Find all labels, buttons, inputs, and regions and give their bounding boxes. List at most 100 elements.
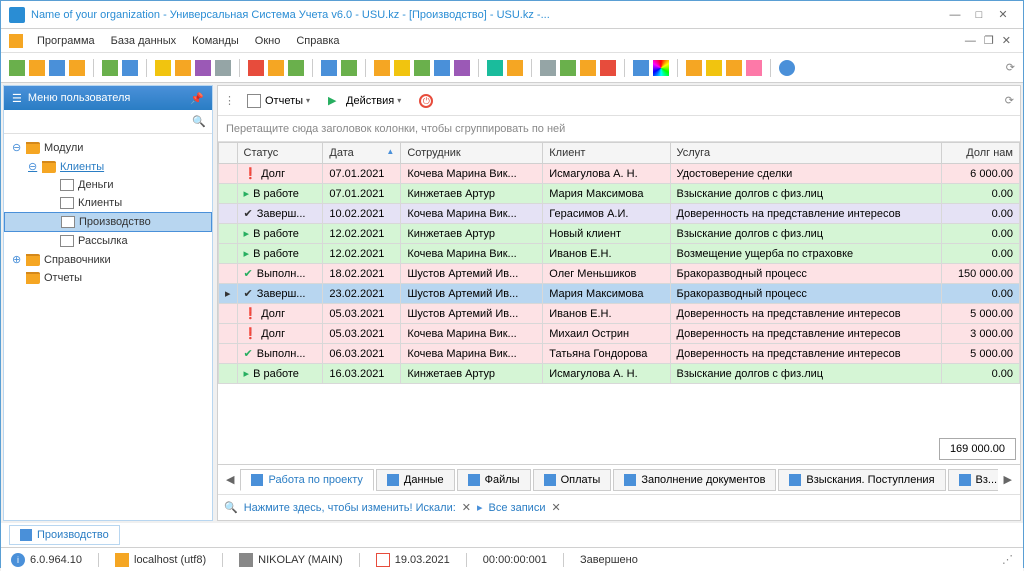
toolbar-excel-icon[interactable] (414, 60, 430, 76)
toolbar-tag-icon[interactable] (288, 60, 304, 76)
tree-item-3[interactable]: Клиенты (4, 194, 212, 212)
detail-tab-4[interactable]: Заполнение документов (613, 469, 776, 491)
toolbar-clock-icon[interactable] (580, 60, 596, 76)
tree-item-7[interactable]: Отчеты (4, 269, 212, 287)
toolbar-export-icon[interactable] (394, 60, 410, 76)
column-header-5[interactable]: Долг нам (942, 143, 1020, 164)
tree-item-0[interactable]: ⊖Модули (4, 138, 212, 157)
tree-item-2[interactable]: Деньги (4, 176, 212, 194)
tree-item-1[interactable]: ⊖Клиенты (4, 157, 212, 176)
panel-reload-icon[interactable]: ⟳ (1005, 94, 1014, 107)
table-row[interactable]: ✔Выполн...18.02.2021Шустов Артемий Ив...… (219, 264, 1020, 284)
toolbar-fav-icon[interactable] (507, 60, 523, 76)
menu-help[interactable]: Справка (288, 35, 347, 47)
toolbar-copy-icon[interactable] (69, 60, 85, 76)
toolbar-pic-icon[interactable] (540, 60, 556, 76)
column-header-2[interactable]: Сотрудник (401, 143, 543, 164)
toolbar-search-icon[interactable] (122, 60, 138, 76)
menu-program[interactable]: Программа (29, 35, 103, 47)
table-row[interactable]: ❗Долг05.03.2021Шустов Артемий Ив...Ивано… (219, 304, 1020, 324)
data-grid[interactable]: СтатусДата▲СотрудникКлиентУслугаДолг нам… (218, 142, 1020, 434)
detail-tab-3[interactable]: Оплаты (533, 469, 612, 491)
toolbar-filter-icon[interactable] (155, 60, 171, 76)
menu-commands[interactable]: Команды (184, 35, 247, 47)
toolbar-gear-icon[interactable] (633, 60, 649, 76)
group-by-hint[interactable]: Перетащите сюда заголовок колонки, чтобы… (218, 116, 1020, 142)
table-row[interactable]: ✔Заверш...10.02.2021Кочева Марина Вик...… (219, 204, 1020, 224)
menu-window[interactable]: Окно (247, 35, 289, 47)
resize-grip-icon[interactable]: ⋰ (1002, 553, 1013, 566)
table-row[interactable]: ▸В работе12.02.2021Кочева Марина Вик...И… (219, 244, 1020, 264)
child-tab-production[interactable]: Производство (9, 525, 120, 545)
toolbar-flag-icon[interactable] (248, 60, 264, 76)
tree-item-5[interactable]: Рассылка (4, 232, 212, 250)
detail-tab-0[interactable]: Работа по проекту (240, 469, 373, 491)
tree-item-4[interactable]: Производство (4, 212, 212, 232)
toolbar-cal-icon[interactable] (600, 60, 616, 76)
mdi-minimize-button[interactable]: — (961, 35, 980, 47)
filter-edit-link[interactable]: Нажмите здесь, чтобы изменить! Искали: (244, 502, 456, 514)
toolbar-new-icon[interactable] (9, 60, 25, 76)
toolbar-reload-icon[interactable]: ⟳ (1006, 61, 1015, 74)
toolbar-app1-icon[interactable] (321, 60, 337, 76)
toolbar-mark-icon[interactable] (268, 60, 284, 76)
tabs-next-button[interactable]: ▶ (1000, 473, 1016, 486)
detail-tab-6[interactable]: Вз... (948, 469, 998, 491)
tree-toggle-icon[interactable]: ⊖ (12, 141, 24, 154)
table-row[interactable]: ✔Выполн...06.03.2021Кочева Марина Вик...… (219, 344, 1020, 364)
toolbar-refresh-icon[interactable] (102, 60, 118, 76)
maximize-button[interactable]: □ (967, 9, 991, 21)
tree-item-6[interactable]: ⊕Справочники (4, 250, 212, 269)
toolbar-star-icon[interactable] (487, 60, 503, 76)
pin-icon[interactable]: 📌 (190, 92, 204, 105)
tabs-prev-button[interactable]: ◀ (222, 473, 238, 486)
table-row[interactable]: ▸✔Заверш...23.02.2021Шустов Артемий Ив..… (219, 284, 1020, 304)
minimize-button[interactable]: — (943, 9, 967, 21)
tree-toggle-icon[interactable]: ⊖ (28, 160, 40, 173)
close-button[interactable]: ✕ (991, 8, 1015, 21)
toolbar-print-icon[interactable] (434, 60, 450, 76)
toolbar-edit-icon[interactable] (49, 60, 65, 76)
table-row[interactable]: ▸В работе07.01.2021Кинжетаев АртурМария … (219, 184, 1020, 204)
toolbar-chk-icon[interactable] (560, 60, 576, 76)
toolbar-rss-icon[interactable] (686, 60, 702, 76)
column-header-0[interactable]: Статус (237, 143, 323, 164)
tree-toggle-icon[interactable]: ⊕ (12, 253, 24, 266)
toolbar-lock-icon[interactable] (706, 60, 722, 76)
toolbar-preview-icon[interactable] (454, 60, 470, 76)
toolbar-info-icon[interactable] (779, 60, 795, 76)
hamburger-icon[interactable]: ☰ (12, 92, 22, 105)
toolbar-group-icon[interactable] (195, 60, 211, 76)
reports-button[interactable]: Отчеты ▾ (241, 91, 316, 111)
toolbar-import-icon[interactable] (374, 60, 390, 76)
actions-button[interactable]: ▶ Действия ▾ (322, 91, 407, 111)
toolbar-open-icon[interactable] (29, 60, 45, 76)
mdi-restore-button[interactable]: ❐ (980, 34, 998, 47)
detail-tab-2[interactable]: Файлы (457, 469, 531, 491)
column-header-1[interactable]: Дата▲ (323, 143, 401, 164)
toolbar-app2-icon[interactable] (341, 60, 357, 76)
mdi-close-button[interactable]: ✕ (998, 34, 1015, 47)
filter-clear-button[interactable]: ✕ (462, 501, 471, 514)
row-selector-header[interactable] (219, 143, 238, 164)
filter-all-clear-button[interactable]: ✕ (551, 501, 560, 514)
column-header-3[interactable]: Клиент (543, 143, 670, 164)
toolbar-sort-icon[interactable] (175, 60, 191, 76)
table-row[interactable]: ▸В работе12.02.2021Кинжетаев АртурНовый … (219, 224, 1020, 244)
toolbar-color-icon[interactable] (653, 60, 669, 76)
detail-tab-1[interactable]: Данные (376, 469, 455, 491)
status-icon: ❗ (244, 327, 258, 340)
toolbar-user-icon[interactable] (746, 60, 762, 76)
power-button[interactable]: ⏻ (413, 91, 439, 111)
menu-database[interactable]: База данных (103, 35, 185, 47)
column-header-4[interactable]: Услуга (670, 143, 942, 164)
toolbar-columns-icon[interactable] (215, 60, 231, 76)
cell-date: 16.03.2021 (323, 364, 401, 384)
table-row[interactable]: ❗Долг07.01.2021Кочева Марина Вик...Исмаг… (219, 164, 1020, 184)
detail-tab-5[interactable]: Взыскания. Поступления (778, 469, 945, 491)
table-row[interactable]: ❗Долг05.03.2021Кочева Марина Вик...Михаи… (219, 324, 1020, 344)
filter-all-link[interactable]: Все записи (489, 502, 546, 514)
toolbar-users-icon[interactable] (726, 60, 742, 76)
sidebar-search[interactable]: 🔍 (4, 110, 212, 134)
table-row[interactable]: ▸В работе16.03.2021Кинжетаев АртурИсмагу… (219, 364, 1020, 384)
